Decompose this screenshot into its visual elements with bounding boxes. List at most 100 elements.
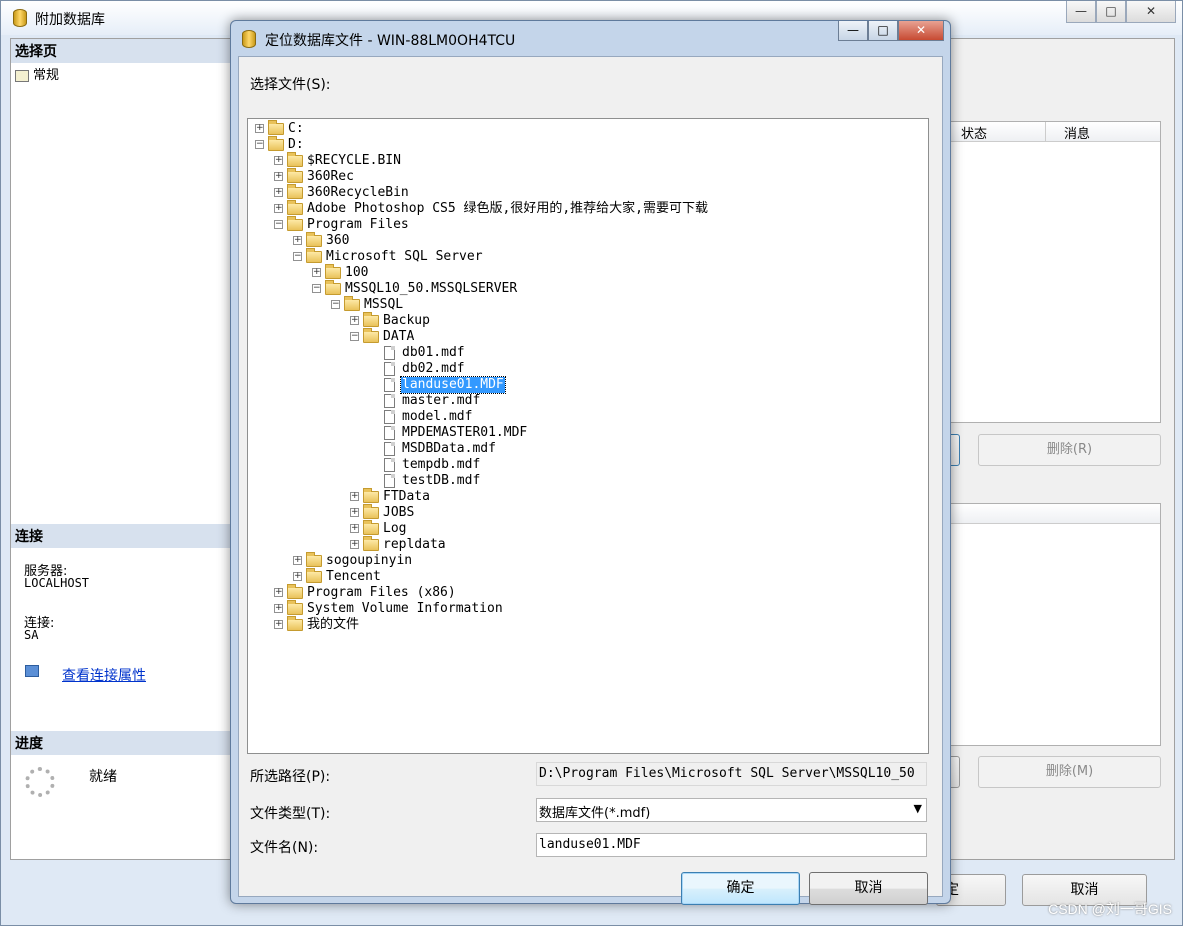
file-name-label: 文件名(N): <box>250 840 319 856</box>
select-page-header: 选择页 <box>11 39 234 63</box>
expand-icon[interactable]: + <box>274 188 283 197</box>
remove-file-button[interactable]: 删除(M) <box>978 756 1161 788</box>
tree-folder-node[interactable]: + $RECYCLE.BIN <box>248 152 928 169</box>
tree-folder-node[interactable]: +100 <box>248 264 928 281</box>
tree-node-label: MSSQL <box>364 297 404 312</box>
tree-file-node[interactable]: db01.mdf <box>248 345 928 361</box>
expand-icon[interactable]: + <box>274 620 283 629</box>
folder-icon <box>268 136 284 151</box>
tree-file-node[interactable]: MSDBData.mdf <box>248 441 928 457</box>
collapse-icon[interactable]: − <box>350 332 359 341</box>
dialog-cancel-button[interactable]: 取消 <box>809 872 928 905</box>
maximize-button[interactable]: □ <box>1096 1 1126 23</box>
tree-folder-node[interactable]: + C: <box>248 120 928 137</box>
folder-icon <box>363 488 379 503</box>
tree-folder-node[interactable]: − Microsoft SQL Server <box>248 248 928 265</box>
file-tree[interactable]: + C: − D: + $RECYCLE.BIN +360Rec +360RecycleBin… <box>247 118 929 754</box>
tree-folder-node[interactable]: + 我的文件 <box>248 616 928 633</box>
expand-icon[interactable]: + <box>274 604 283 613</box>
page-item-general-label: 常规 <box>33 68 60 83</box>
tree-file-node[interactable]: tempdb.mdf <box>248 457 928 473</box>
expand-icon[interactable]: + <box>312 268 321 277</box>
collapse-icon[interactable]: − <box>274 220 283 229</box>
remove-database-button[interactable]: 删除(R) <box>978 434 1161 466</box>
collapse-icon[interactable]: − <box>312 284 321 293</box>
collapse-icon[interactable]: − <box>331 300 340 309</box>
tree-folder-node[interactable]: − MSSQL <box>248 296 928 313</box>
tree-folder-node[interactable]: +360Rec <box>248 168 928 185</box>
tree-folder-node[interactable]: + JOBS <box>248 504 928 521</box>
tree-node-label: Log <box>383 521 407 536</box>
expand-icon[interactable]: + <box>350 316 359 325</box>
grid-column-message[interactable]: 消息 <box>1046 122 1160 142</box>
databases-grid[interactable]: 状态 消息 <box>935 121 1161 423</box>
tree-file-node[interactable]: MPDEMASTER01.MDF <box>248 425 928 441</box>
dialog-body: 选择文件(S): + C: − D: + $RECYCLE.BIN +360Rec +360R… <box>238 56 943 905</box>
tree-node-label: db02.mdf <box>402 361 465 376</box>
details-grid[interactable] <box>935 503 1161 746</box>
minimize-button[interactable]: — <box>1066 1 1096 23</box>
tree-node-label: D: <box>288 137 304 152</box>
dialog-title: 定位数据库文件 - WIN-88LM0OH4TCU <box>265 33 516 49</box>
tree-file-node[interactable]: landuse01.MDF <box>248 376 928 394</box>
dialog-maximize-button[interactable]: □ <box>868 21 898 41</box>
dialog-ok-button[interactable]: 确定 <box>681 872 800 905</box>
tree-node-label: Microsoft SQL Server <box>326 249 483 264</box>
expand-icon[interactable]: + <box>274 204 283 213</box>
folder-icon <box>306 552 322 567</box>
file-name-input[interactable]: landuse01.MDF <box>536 833 927 857</box>
tree-node-label: sogoupinyin <box>326 553 413 568</box>
expand-icon[interactable]: + <box>274 172 283 181</box>
file-type-select[interactable]: 数据库文件(*.mdf) ▼ <box>536 798 927 822</box>
chevron-down-icon[interactable]: ▼ <box>914 802 922 815</box>
tree-node-label: testDB.mdf <box>402 473 481 488</box>
tree-folder-node[interactable]: + Backup <box>248 312 928 329</box>
grid-column-status[interactable]: 状态 <box>936 122 1046 142</box>
folder-icon <box>306 248 322 263</box>
tree-file-node[interactable]: model.mdf <box>248 409 928 425</box>
view-connection-properties-link[interactable]: 查看连接属性 <box>62 665 146 685</box>
tree-folder-node[interactable]: − DATA <box>248 328 928 345</box>
tree-folder-node[interactable]: + Adobe Photoshop CS5 绿色版,很好用的,推荐给大家,需要可下… <box>248 200 928 217</box>
expand-icon[interactable]: + <box>274 588 283 597</box>
collapse-icon[interactable]: − <box>293 252 302 261</box>
folder-icon <box>287 616 303 631</box>
tree-file-node[interactable]: db02.mdf <box>248 361 928 377</box>
tree-folder-node[interactable]: + repldata <box>248 536 928 553</box>
folder-icon <box>287 216 303 231</box>
tree-folder-node[interactable]: + System Volume Information <box>248 600 928 617</box>
expand-icon[interactable]: + <box>350 524 359 533</box>
dialog-close-button[interactable]: ✕ <box>898 21 944 41</box>
tree-folder-node[interactable]: +360RecycleBin <box>248 184 928 201</box>
expand-icon[interactable]: + <box>293 556 302 565</box>
tree-folder-node[interactable]: + FTData <box>248 488 928 505</box>
tree-folder-node[interactable]: + sogoupinyin <box>248 552 928 569</box>
tree-node-label: master.mdf <box>402 393 481 408</box>
expand-icon[interactable]: + <box>293 572 302 581</box>
tree-folder-node[interactable]: + Log <box>248 520 928 537</box>
page-item-general[interactable]: 常规 <box>15 64 59 83</box>
close-button[interactable]: ✕ <box>1126 1 1176 23</box>
tree-file-node[interactable]: master.mdf <box>248 393 928 409</box>
folder-icon <box>287 184 303 199</box>
tree-folder-node[interactable]: +360 <box>248 232 928 249</box>
file-icon <box>384 346 395 360</box>
tree-folder-node[interactable]: − D: <box>248 136 928 153</box>
file-icon <box>384 442 395 456</box>
tree-folder-node[interactable]: − MSSQL10_50.MSSQLSERVER <box>248 280 928 297</box>
expand-icon[interactable]: + <box>255 124 264 133</box>
expand-icon[interactable]: + <box>350 508 359 517</box>
dialog-minimize-button[interactable]: — <box>838 21 868 41</box>
selected-path-field[interactable]: D:\Program Files\Microsoft SQL Server\MS… <box>536 762 927 786</box>
tree-folder-node[interactable]: − Program Files <box>248 216 928 233</box>
expand-icon[interactable]: + <box>274 156 283 165</box>
expand-icon[interactable]: + <box>350 492 359 501</box>
expand-icon[interactable]: + <box>350 540 359 549</box>
tree-node-label: FTData <box>383 489 430 504</box>
tree-file-node[interactable]: testDB.mdf <box>248 473 928 489</box>
dialog-window-controls: — □ ✕ <box>838 21 944 41</box>
tree-folder-node[interactable]: + Program Files (x86) <box>248 584 928 601</box>
collapse-icon[interactable]: − <box>255 140 264 149</box>
expand-icon[interactable]: + <box>293 236 302 245</box>
tree-folder-node[interactable]: + Tencent <box>248 568 928 585</box>
